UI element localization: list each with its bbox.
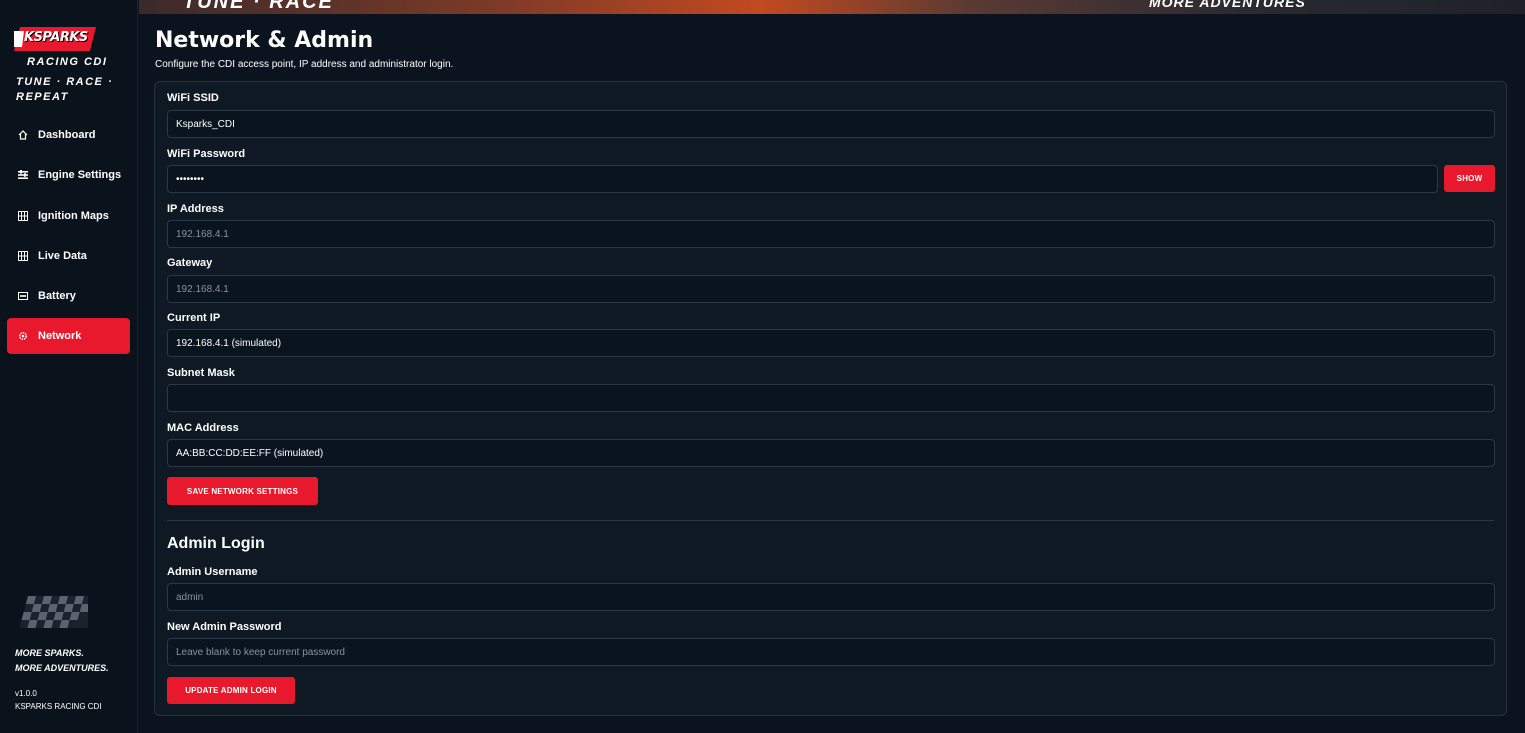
current-ip-field[interactable] [167, 329, 1495, 357]
admin-username-input[interactable] [167, 583, 1495, 611]
wifi-password-label: WiFi Password [167, 148, 246, 160]
banner-text-left: TUNE · RACE [183, 0, 334, 13]
sidebar-item-dashboard[interactable]: Dashboard [7, 117, 130, 153]
motto-line-1: MORE SPARKS. [15, 648, 84, 658]
admin-password-label: New Admin Password [167, 621, 282, 633]
sidebar-item-battery[interactable]: Battery [7, 278, 130, 314]
banner-text-right: MORE ADVENTURES [1149, 0, 1306, 10]
ip-address-input[interactable] [167, 220, 1495, 248]
brand-tagline: TUNE · RACE · REPEAT [16, 76, 114, 103]
admin-login-title: Admin Login [167, 535, 265, 552]
current-ip-label: Current IP [167, 312, 221, 324]
header-banner: TUNE · RACE MORE ADVENTURES [139, 0, 1525, 14]
sliders-icon [18, 170, 28, 180]
sidebar-item-label: Ignition Maps [38, 209, 109, 222]
sidebar-item-engine-settings[interactable]: Engine Settings [7, 157, 130, 193]
admin-username-label: Admin Username [167, 566, 258, 578]
battery-icon [18, 291, 28, 301]
brand-motto: MORE SPARKS. MORE ADVENTURES. [15, 646, 135, 676]
show-password-button[interactable]: SHOW [1444, 165, 1495, 192]
gear-icon [18, 331, 28, 341]
page-subtitle: Configure the CDI access point, IP addre… [155, 59, 454, 70]
mac-address-label: MAC Address [167, 422, 239, 434]
sidebar-item-label: Live Data [38, 249, 87, 262]
checkered-flag-icon [20, 596, 88, 628]
version-number: v1.0.0 [15, 689, 37, 698]
brand-subtitle: RACING CDI [27, 56, 108, 68]
company-name: KSPARKS RACING CDI [15, 702, 102, 711]
sidebar-item-live-data[interactable]: Live Data [7, 238, 130, 274]
page-title: Network & Admin [155, 28, 374, 53]
mac-address-field[interactable] [167, 439, 1495, 467]
subnet-mask-input[interactable] [167, 384, 1495, 412]
update-admin-login-button[interactable]: UPDATE ADMIN LOGIN [167, 677, 295, 704]
wifi-password-input[interactable] [167, 165, 1438, 193]
version-info: v1.0.0 KSPARKS RACING CDI [15, 687, 135, 713]
ip-address-label: IP Address [167, 203, 224, 215]
sidebar: KSPARKS RACING CDI TUNE · RACE · REPEAT … [0, 0, 138, 733]
gateway-input[interactable] [167, 275, 1495, 303]
sidebar-item-ignition-maps[interactable]: Ignition Maps [7, 198, 130, 234]
sidebar-item-network[interactable]: Network [7, 318, 130, 355]
subnet-mask-label: Subnet Mask [167, 367, 235, 379]
wifi-ssid-label: WiFi SSID [167, 92, 219, 104]
sidebar-item-label: Battery [38, 290, 76, 303]
logo-text: KSPARKS [24, 30, 88, 45]
save-network-settings-button[interactable]: SAVE NETWORK SETTINGS [167, 477, 318, 505]
wifi-ssid-input[interactable] [167, 110, 1495, 138]
sidebar-item-label: Network [38, 330, 82, 343]
sidebar-item-label: Dashboard [38, 129, 96, 141]
grid-icon [18, 250, 28, 261]
sidebar-nav: Dashboard Engine Settings Ignition Maps … [7, 117, 130, 359]
motto-line-2: MORE ADVENTURES. [15, 663, 109, 673]
sidebar-item-label: Engine Settings [38, 169, 122, 182]
gateway-label: Gateway [167, 257, 213, 269]
home-icon [18, 130, 28, 140]
admin-password-input[interactable] [167, 638, 1495, 666]
section-divider [167, 520, 1494, 521]
grid-icon [18, 210, 28, 221]
